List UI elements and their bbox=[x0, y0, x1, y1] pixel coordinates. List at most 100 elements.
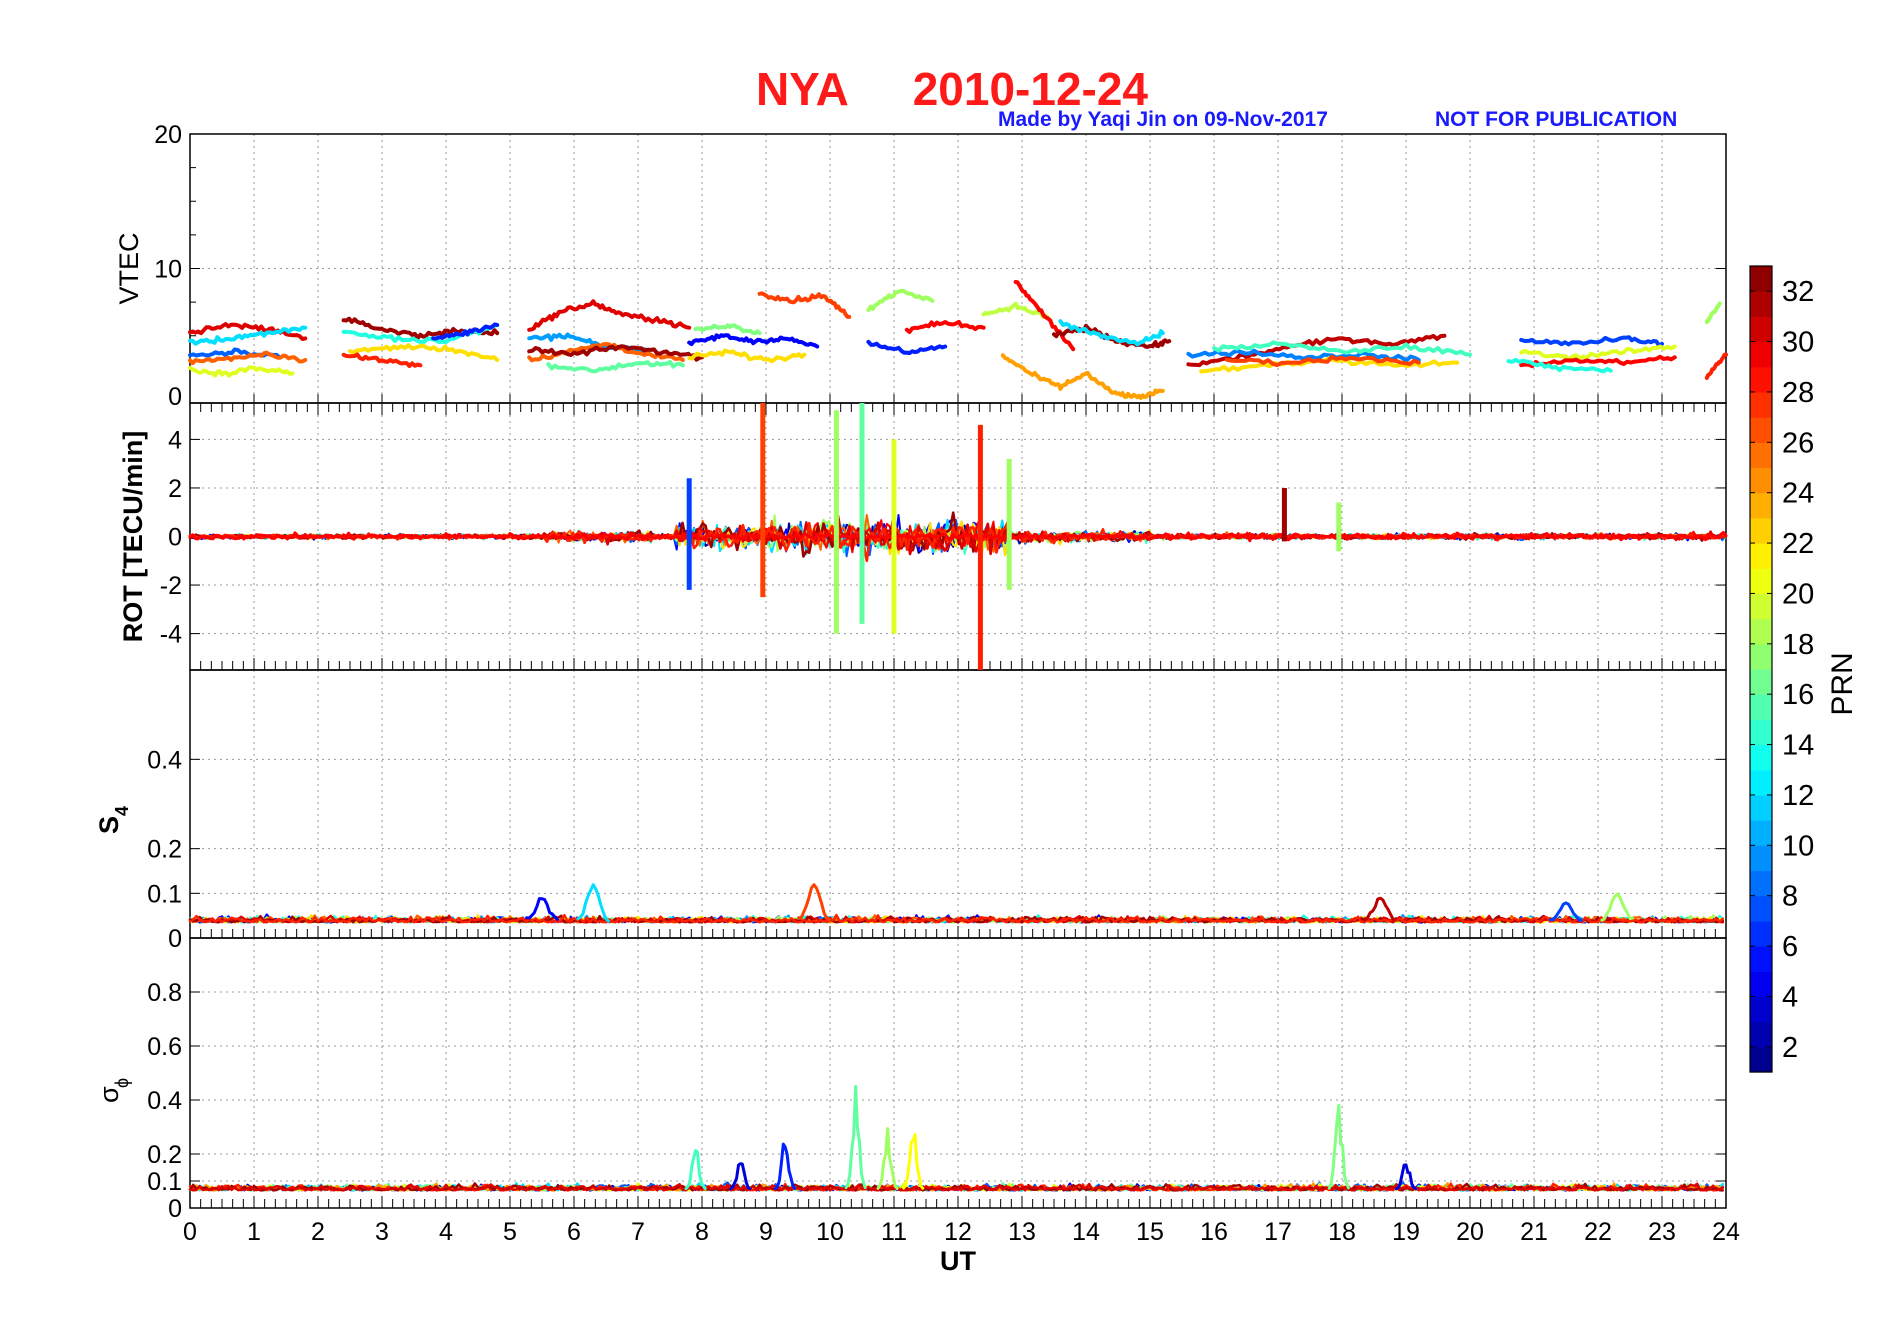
colorbar-swatch bbox=[1750, 316, 1772, 343]
x-tick-label: 5 bbox=[503, 1218, 517, 1246]
colorbar-swatch bbox=[1750, 291, 1772, 317]
sigma_phi-ytick-label: 0.2 bbox=[147, 1141, 182, 1169]
colorbar-swatch bbox=[1750, 845, 1772, 872]
colorbar-swatch bbox=[1750, 669, 1772, 695]
s4-axes: 0 0.1 0.2 0.4 bbox=[147, 669, 1727, 953]
sigma_phi-ytick-label: 0.1 bbox=[147, 1168, 182, 1196]
s4-axis-label-main: S bbox=[94, 816, 124, 834]
colorbar-swatch bbox=[1750, 568, 1772, 595]
vtec-trace bbox=[546, 359, 685, 374]
x-tick-label: 9 bbox=[759, 1218, 773, 1246]
rot-ytick-label: 0 bbox=[168, 524, 182, 552]
colorbar-swatch bbox=[1750, 492, 1772, 519]
sigma_phi-ytick-label: 0 bbox=[168, 1195, 182, 1223]
sigma-axis-label: σϕ bbox=[94, 1078, 132, 1103]
colorbar-swatch bbox=[1750, 895, 1772, 922]
colorbar-swatch bbox=[1750, 920, 1772, 947]
x-tick-label: 18 bbox=[1328, 1218, 1356, 1246]
vtec-trace bbox=[1000, 353, 1165, 400]
colorbar-swatch bbox=[1750, 769, 1772, 796]
vtec-trace bbox=[687, 333, 820, 349]
colorbar: 2468101214161820222426283032PRN bbox=[1749, 265, 1859, 1073]
x-tick-label: 11 bbox=[881, 1218, 907, 1246]
s4-ytick-label: 0.1 bbox=[147, 880, 182, 908]
colorbar-tick-label: 16 bbox=[1782, 679, 1814, 711]
colorbar-swatch bbox=[1750, 996, 1772, 1023]
x-tick-label: 20 bbox=[1456, 1218, 1484, 1246]
colorbar-swatch bbox=[1750, 719, 1772, 746]
colorbar-tick-label: 28 bbox=[1782, 377, 1814, 409]
sigma-series bbox=[188, 1084, 1724, 1192]
sigma_phi-ytick-label: 0.4 bbox=[147, 1087, 182, 1115]
colorbar-swatch bbox=[1750, 694, 1772, 720]
colorbar-swatch bbox=[1750, 794, 1772, 821]
colorbar-tick-label: 8 bbox=[1782, 881, 1798, 913]
x-tick-label: 0 bbox=[183, 1218, 197, 1246]
x-tick-label: 16 bbox=[1200, 1218, 1228, 1246]
vtec-ytick-label: 10 bbox=[154, 256, 182, 284]
x-tick-label: 24 bbox=[1712, 1218, 1740, 1246]
sigma-peak bbox=[684, 1149, 707, 1191]
vtec-trace bbox=[866, 288, 935, 312]
colorbar-swatch bbox=[1750, 971, 1772, 998]
colorbar-tick-label: 26 bbox=[1782, 427, 1814, 459]
colorbar-swatch bbox=[1750, 946, 1772, 972]
sigma-peak bbox=[844, 1084, 867, 1190]
s4-peak bbox=[797, 883, 831, 921]
s4-ytick-label: 0.4 bbox=[147, 746, 182, 774]
colorbar-tick-label: 32 bbox=[1782, 276, 1814, 308]
vtec-trace bbox=[687, 348, 807, 364]
s4-peak bbox=[1363, 896, 1398, 922]
sigma-peak bbox=[902, 1133, 925, 1190]
x-tick-label: 2 bbox=[311, 1218, 325, 1246]
x-tick-label: 22 bbox=[1584, 1218, 1612, 1246]
x-tick-label: 14 bbox=[1072, 1218, 1100, 1246]
colorbar-swatch bbox=[1750, 618, 1772, 645]
colorbar-swatch bbox=[1750, 820, 1772, 846]
s4-axis-label: S4 bbox=[94, 806, 132, 834]
vtec-axes: 0 10 20 bbox=[154, 121, 1727, 411]
colorbar-swatch bbox=[1750, 543, 1772, 569]
vtec-trace bbox=[1519, 335, 1664, 349]
x-tick-label: 19 bbox=[1392, 1218, 1420, 1246]
vtec-trace bbox=[866, 339, 948, 356]
x-tick-label: 3 bbox=[375, 1218, 389, 1246]
sigma-peak bbox=[774, 1142, 797, 1190]
rot-series bbox=[188, 403, 1728, 670]
colorbar-tick-label: 10 bbox=[1782, 830, 1814, 862]
s4-peak bbox=[1600, 892, 1635, 922]
sigma_phi-ytick-label: 0.6 bbox=[147, 1033, 182, 1061]
colorbar-swatch bbox=[1750, 417, 1772, 443]
colorbar-tick-label: 30 bbox=[1782, 327, 1814, 359]
rot-ytick-label: 2 bbox=[168, 475, 182, 503]
colorbar-swatch bbox=[1750, 517, 1772, 544]
x-axis-label: UT bbox=[940, 1246, 976, 1276]
x-tick-label: 1 bbox=[247, 1218, 261, 1246]
vtec-trace bbox=[1013, 280, 1076, 352]
x-tick-label: 21 bbox=[1520, 1218, 1548, 1246]
x-tick-label: 17 bbox=[1264, 1218, 1292, 1246]
colorbar-tick-label: 24 bbox=[1782, 478, 1814, 510]
colorbar-tick-label: 22 bbox=[1782, 528, 1814, 560]
x-tick-label: 12 bbox=[944, 1218, 972, 1246]
colorbar-swatch bbox=[1750, 442, 1772, 469]
vtec-trace bbox=[1704, 301, 1722, 325]
colorbar-swatch bbox=[1750, 467, 1772, 494]
x-tick-label: 8 bbox=[695, 1218, 709, 1246]
s4-ytick-label: 0 bbox=[168, 925, 182, 953]
s4-axis-label-sub: 4 bbox=[112, 806, 132, 816]
rot-ytick-label: -2 bbox=[160, 572, 182, 600]
rot-ytick-label: -4 bbox=[160, 621, 182, 649]
vtec-ytick-label: 20 bbox=[154, 121, 182, 149]
colorbar-swatch bbox=[1750, 593, 1772, 620]
x-tick-label: 10 bbox=[816, 1218, 844, 1246]
colorbar-swatch bbox=[1750, 391, 1772, 418]
colorbar-swatch bbox=[1750, 1021, 1772, 1048]
rot-ytick-label: 4 bbox=[168, 426, 182, 454]
x-tick-label: 4 bbox=[439, 1218, 453, 1246]
vtec-trace bbox=[693, 323, 762, 336]
colorbar-tick-label: 2 bbox=[1782, 1032, 1798, 1064]
colorbar-swatch bbox=[1750, 744, 1772, 771]
s4-peak bbox=[525, 897, 559, 921]
sigma-peak bbox=[1327, 1103, 1350, 1190]
